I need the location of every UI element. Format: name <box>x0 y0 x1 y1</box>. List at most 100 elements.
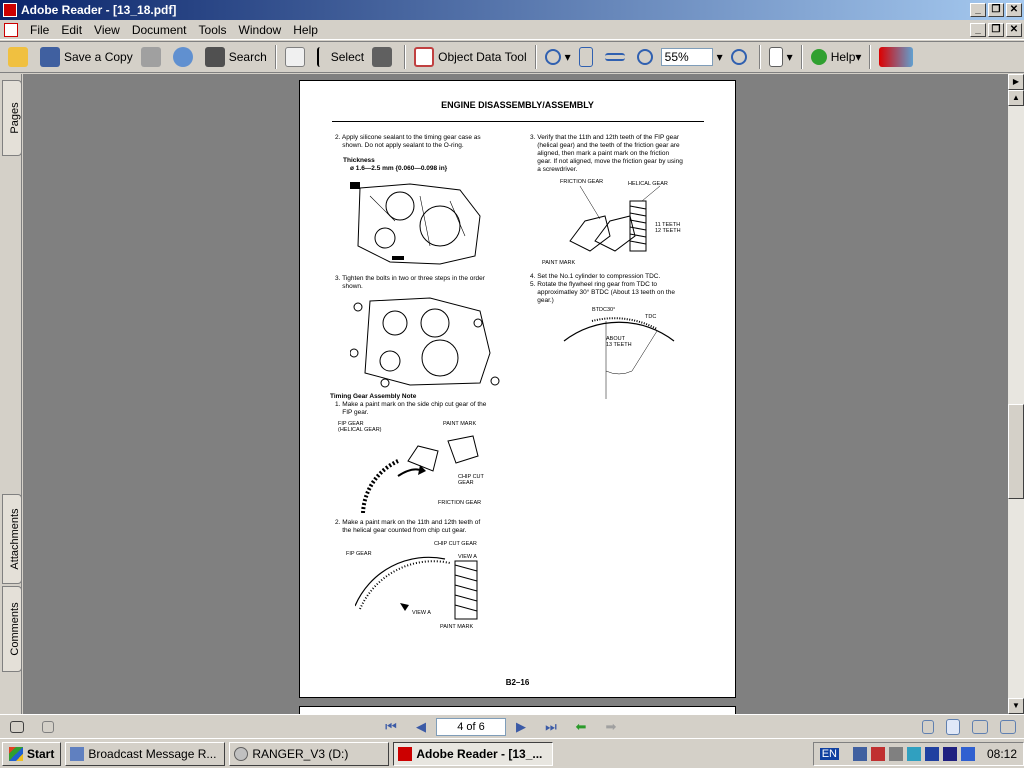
step4-text: 4. Set the No.1 cylinder to compression … <box>530 273 661 280</box>
volume-icon[interactable] <box>888 746 903 761</box>
zoom-input[interactable]: 55% <box>660 48 713 66</box>
antivirus-icon[interactable] <box>924 746 939 761</box>
navigation-pane: Pages Attachments Comments <box>0 74 22 714</box>
start-label: Start <box>27 746 55 761</box>
start-button[interactable]: Start <box>2 741 62 766</box>
yahoo-toolbar-button[interactable] <box>875 44 921 70</box>
go-back-button[interactable]: ⬅ <box>570 717 592 737</box>
first-page-button[interactable]: ⏮ <box>380 717 402 737</box>
tdc-label: TDC <box>645 314 657 320</box>
toolbar: Save a Copy Search Select Object Data To… <box>0 41 1024 73</box>
zoom-in-button[interactable] <box>727 44 755 70</box>
print-button[interactable] <box>137 44 169 70</box>
doc-restore-button[interactable]: ❐ <box>988 22 1004 37</box>
fip-gear-label-2: FIP GEAR <box>346 551 372 557</box>
toolbar-separator <box>274 45 277 69</box>
next-page-button[interactable]: ▶ <box>510 717 532 737</box>
hand-icon <box>284 47 305 67</box>
page-layout-icon[interactable] <box>10 720 24 733</box>
search-button[interactable]: Search <box>201 44 271 70</box>
continuous-icon[interactable] <box>946 718 960 735</box>
actual-size-button[interactable] <box>575 44 601 70</box>
pages-tab[interactable]: Pages <box>2 80 22 156</box>
zoom-out-button[interactable] <box>633 44 661 70</box>
zoom-tool-button[interactable]: ▾ <box>541 44 575 70</box>
toolbar-separator <box>758 45 761 69</box>
menu-file[interactable]: File <box>24 23 55 37</box>
chevron-down-icon: ▾ <box>786 50 793 64</box>
step3-text: 3. Tighten the bolts in two or three ste… <box>335 275 485 290</box>
save-copy-button[interactable]: Save a Copy <box>36 44 137 70</box>
chevron-down-icon: ▾ <box>716 50 723 64</box>
previous-page-button[interactable]: ◀ <box>410 717 432 737</box>
monitor-icon[interactable] <box>960 746 975 761</box>
scroll-up-button[interactable]: ▲ <box>1008 90 1024 106</box>
paint-mark-label: PAINT MARK <box>443 421 477 427</box>
open-folder-icon <box>8 47 28 67</box>
status-bar: ⏮ ◀ 4 of 6 ▶ ⏭ ⬅ ➡ <box>0 714 1024 738</box>
close-button[interactable]: ✕ <box>1006 3 1022 17</box>
shield-icon[interactable] <box>870 746 885 761</box>
page-thumbnail-icon[interactable] <box>42 720 54 733</box>
windows-logo-icon <box>9 746 23 761</box>
adobe-reader-icon <box>398 746 413 761</box>
doc-minimize-button[interactable]: _ <box>970 22 986 37</box>
object-data-label: Object Data Tool <box>438 50 527 64</box>
page-number: B2–16 <box>505 678 530 687</box>
menu-view[interactable]: View <box>88 23 126 37</box>
document-view[interactable]: ENGINE DISASSEMBLY/ASSEMBLY 2. Apply sil… <box>23 74 1008 714</box>
taskbar-item-adobe-reader[interactable]: Adobe Reader - [13_... <box>393 741 554 766</box>
taskbar-item-broadcast[interactable]: Broadcast Message R... <box>65 741 226 766</box>
hand-tool-button[interactable] <box>281 44 313 70</box>
menu-document[interactable]: Document <box>126 23 193 37</box>
task-label: RANGER_V3 (D:) <box>252 746 349 761</box>
last-page-button[interactable]: ⏭ <box>540 717 562 737</box>
email-button[interactable] <box>169 44 201 70</box>
scroll-thumb[interactable] <box>1008 404 1024 499</box>
attachments-tab[interactable]: Attachments <box>2 494 22 584</box>
object-data-tool-button[interactable]: Object Data Tool <box>410 44 531 70</box>
step5-text: 5. Rotate the flywheel ring gear from TD… <box>530 281 675 304</box>
comments-tab[interactable]: Comments <box>2 586 22 672</box>
document-icon[interactable] <box>4 22 18 37</box>
facing-icon[interactable] <box>972 719 988 734</box>
chevron-down-icon: ▾ <box>855 50 862 64</box>
menu-edit[interactable]: Edit <box>55 23 88 37</box>
chip-cut-gear-label: CHIP CUT GEAR <box>458 474 484 486</box>
friction-gear-label: FRICTION GEAR <box>438 500 482 506</box>
select-tool-button[interactable]: Select <box>313 44 368 70</box>
doc-close-button[interactable]: ✕ <box>1006 22 1022 37</box>
single-page-icon[interactable] <box>922 719 934 734</box>
chip-cut-gear-label-2: CHIP CUT GEAR <box>434 541 477 547</box>
printer-icon <box>140 47 161 67</box>
zoom-dropdown[interactable]: ▾ <box>713 44 727 70</box>
fit-width-button[interactable] <box>601 44 633 70</box>
step2-text: 2. Apply silicone sealant to the timing … <box>335 134 481 149</box>
flywheel-diagram <box>563 317 675 399</box>
thickness-label: Thickness <box>343 157 375 164</box>
update-icon[interactable] <box>906 746 921 761</box>
bolt-order-diagram <box>350 297 500 388</box>
vertical-scrollbar[interactable]: ▶ ▲ ▼ <box>1008 74 1024 714</box>
media-player-icon[interactable] <box>942 746 957 761</box>
network-icon[interactable] <box>852 746 867 761</box>
continuous-facing-icon[interactable] <box>1000 719 1016 734</box>
help-button[interactable]: Help ▾ <box>807 44 866 70</box>
taskbar-item-ranger[interactable]: RANGER_V3 (D:) <box>229 741 390 766</box>
language-indicator[interactable]: EN <box>819 747 839 760</box>
minimize-button[interactable]: _ <box>970 3 986 17</box>
note1-text: 1. Make a paint mark on the side chip cu… <box>335 401 487 416</box>
attachments-tab-label: Attachments <box>9 508 21 570</box>
rotate-button[interactable]: ▾ <box>765 44 797 70</box>
menu-tools[interactable]: Tools <box>193 23 233 37</box>
system-tray: EN 08:12 <box>812 741 1024 766</box>
menu-window[interactable]: Window <box>233 23 288 37</box>
scroll-down-button[interactable]: ▼ <box>1008 698 1024 714</box>
next-page-arrow-icon[interactable]: ▶ <box>1008 74 1024 90</box>
go-forward-button[interactable]: ➡ <box>600 717 622 737</box>
open-button[interactable] <box>4 44 36 70</box>
menu-help[interactable]: Help <box>287 23 324 37</box>
restore-button[interactable]: ❐ <box>988 3 1004 17</box>
snapshot-button[interactable] <box>368 44 400 70</box>
page-number-input[interactable]: 4 of 6 <box>436 717 506 736</box>
